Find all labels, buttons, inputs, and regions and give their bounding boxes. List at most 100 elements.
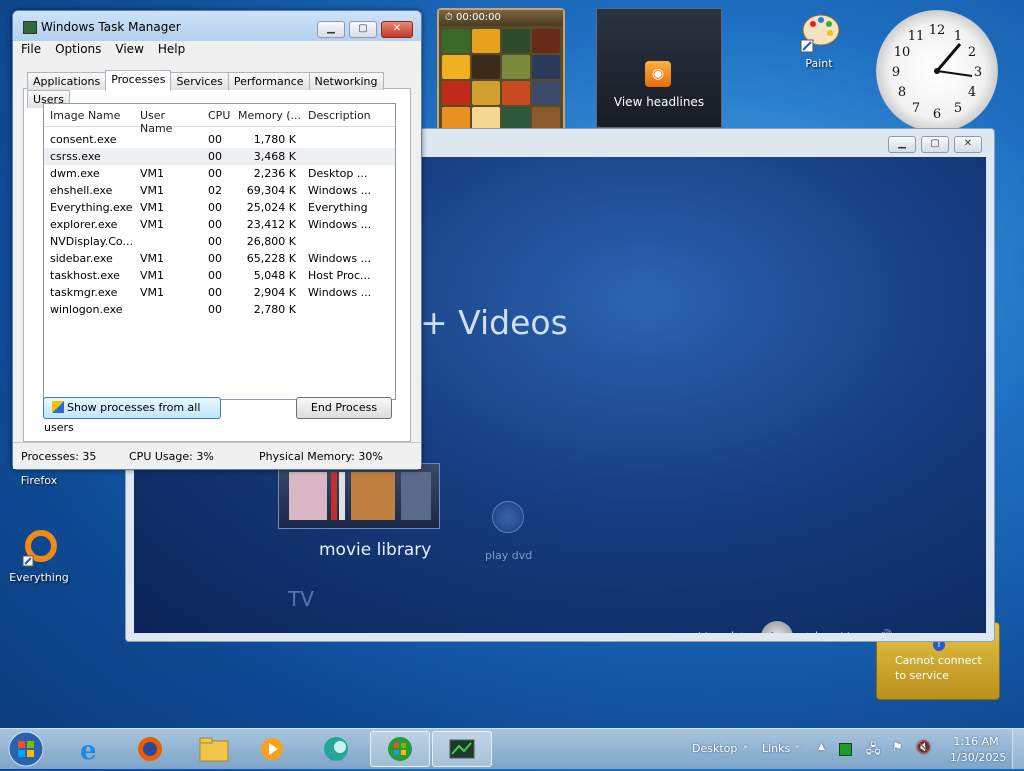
status-processes: Processes: 35	[21, 450, 97, 463]
toolbar-chevron-icon[interactable]: »	[795, 742, 800, 751]
weather-error-line1: Cannot connect	[895, 654, 982, 667]
process-row[interactable]: NVDisplay.Co... 00 26,800 K	[44, 233, 395, 250]
clock-gadget[interactable]: 12 1 2 3 4 5 6 7 8 9 10 11	[876, 10, 998, 132]
stop-button[interactable]: ■	[659, 631, 670, 633]
process-row[interactable]: csrss.exe 00 3,468 K	[44, 148, 395, 165]
task-manager-titlebar[interactable]: Windows Task Manager ▁ ▢ ✕	[13, 11, 421, 41]
process-row[interactable]: taskmgr.exe VM1 00 2,904 K Windows ...	[44, 284, 395, 301]
channel-up-button[interactable]: +	[619, 630, 629, 633]
column-description[interactable]: Description	[308, 109, 388, 122]
volume-muted-icon[interactable]: 🔇	[916, 740, 931, 754]
maximize-button[interactable]: ▢	[349, 21, 377, 38]
feed-headlines-gadget[interactable]: ◉ View headlines	[596, 8, 722, 128]
play-dvd-label[interactable]: play dvd	[485, 549, 532, 562]
tab-processes[interactable]: Processes	[105, 70, 172, 91]
movie-library-thumbnails[interactable]	[278, 463, 440, 529]
media-player-icon	[261, 738, 283, 760]
paint-palette-icon	[800, 14, 840, 53]
picture-puzzle-gadget[interactable]: ⏱ 00:00:00	[437, 8, 565, 132]
skip-forward-button[interactable]: ▶|	[807, 631, 818, 633]
taskbar-firefox[interactable]	[132, 733, 168, 765]
media-center-icon	[388, 737, 412, 761]
clock-number: 3	[974, 65, 982, 80]
rewind-button[interactable]: ◀◀	[693, 631, 707, 633]
show-hidden-icons-icon[interactable]: ▲	[818, 742, 825, 752]
process-row[interactable]: dwm.exe VM1 00 2,236 K Desktop ...	[44, 165, 395, 182]
tab-networking[interactable]: Networking	[308, 72, 384, 90]
maximize-button[interactable]: ▢	[921, 136, 949, 153]
system-clock[interactable]: 1:16 AM 1/30/2025	[950, 735, 1007, 764]
clock-number: 12	[929, 23, 946, 38]
windows-logo-icon	[8, 731, 44, 767]
channel-down-button[interactable]: −	[585, 630, 595, 633]
window-title: Windows Task Manager	[41, 20, 181, 34]
task-manager-window[interactable]: Windows Task Manager ▁ ▢ ✕ File Options Vi…	[12, 10, 422, 470]
show-all-processes-button[interactable]: Show processes from all users	[43, 397, 221, 434]
desktop-icon-everything[interactable]: Everything	[8, 528, 70, 584]
status-physical-memory: Physical Memory: 30%	[259, 450, 383, 463]
desktop-toolbar-label[interactable]: Desktop	[692, 742, 737, 755]
skip-back-button[interactable]: |◀	[731, 631, 742, 633]
taskbar-media-player[interactable]	[254, 733, 290, 765]
taskbar-messenger[interactable]	[318, 733, 354, 765]
process-row[interactable]: winlogon.exe 00 2,780 K	[44, 301, 395, 318]
desktop-icon-paint[interactable]: Paint	[790, 10, 848, 70]
column-cpu[interactable]: CPU	[208, 109, 234, 122]
minimize-button[interactable]: ▁	[317, 21, 345, 38]
toolbar-chevron-icon[interactable]: »	[743, 742, 748, 751]
tv-section-label[interactable]: TV	[288, 587, 314, 611]
close-button[interactable]: ✕	[954, 136, 982, 153]
taskbar-explorer[interactable]	[196, 733, 232, 765]
network-icon[interactable]: 🖧	[866, 740, 881, 762]
firefox-icon	[138, 737, 162, 761]
rss-icon: ◉	[645, 61, 671, 87]
column-image-name[interactable]: Image Name	[50, 109, 138, 122]
start-button[interactable]	[6, 730, 46, 768]
tab-performance[interactable]: Performance	[227, 72, 310, 90]
process-list[interactable]: Image Name User Name CPU Memory (... Des…	[43, 103, 396, 400]
clock-number: 8	[898, 85, 906, 100]
clock-time: 1:16 AM	[953, 735, 999, 748]
folder-icon	[199, 737, 229, 762]
menu-help[interactable]: Help	[150, 41, 191, 56]
puzzle-grid[interactable]	[439, 26, 563, 134]
minimize-button[interactable]: ▁	[888, 136, 916, 153]
tab-services[interactable]: Services	[170, 72, 229, 90]
weather-error-line2: to service	[895, 669, 949, 682]
clock-number: 7	[912, 101, 920, 116]
guide-button[interactable]: ☰	[547, 631, 558, 633]
clock-number: 4	[968, 85, 976, 100]
tray-app-icon[interactable]	[839, 743, 852, 756]
volume-down-button[interactable]: −	[921, 630, 931, 633]
tab-applications[interactable]: Applications	[27, 72, 107, 90]
action-center-flag-icon[interactable]: ⚑	[892, 740, 903, 754]
play-button[interactable]: ▶	[761, 621, 793, 633]
menu-options[interactable]: Options	[47, 41, 107, 56]
taskbar-internet-explorer[interactable]: e	[72, 733, 108, 766]
record-button[interactable]: ●	[513, 631, 523, 633]
desktop-icon-label: Everything	[9, 571, 69, 584]
fast-forward-button[interactable]: ▶▶	[841, 631, 855, 633]
links-toolbar-label[interactable]: Links	[762, 742, 790, 755]
process-row[interactable]: ehshell.exe VM1 02 69,304 K Windows ...	[44, 182, 395, 199]
clock-date: 1/30/2025	[950, 751, 1007, 764]
movie-library-label[interactable]: movie library	[319, 540, 431, 560]
process-row[interactable]: sidebar.exe VM1 00 65,228 K Windows ...	[44, 250, 395, 267]
volume-up-button[interactable]: +	[955, 630, 965, 633]
menu-view[interactable]: View	[107, 41, 149, 56]
process-row[interactable]: taskhost.exe VM1 00 5,048 K Host Proc...	[44, 267, 395, 284]
process-row[interactable]: consent.exe 00 1,780 K	[44, 131, 395, 148]
svg-text:e: e	[80, 736, 97, 765]
menu-file[interactable]: File	[13, 41, 47, 56]
process-row[interactable]: explorer.exe VM1 00 23,412 K Windows ...	[44, 216, 395, 233]
taskbar-task-manager[interactable]	[432, 731, 492, 767]
end-process-button[interactable]: End Process	[296, 397, 392, 419]
mute-button[interactable]: 🔊	[879, 629, 893, 633]
show-desktop-button[interactable]	[1012, 729, 1024, 769]
column-memory[interactable]: Memory (...	[238, 109, 301, 122]
process-row[interactable]: Everything.exe VM1 00 25,024 K Everything	[44, 199, 395, 216]
clock-face: 12 1 2 3 4 5 6 7 8 9 10 11	[892, 23, 982, 122]
close-button[interactable]: ✕	[381, 21, 413, 38]
taskbar-media-center[interactable]	[370, 731, 430, 767]
clock-number: 2	[968, 45, 976, 60]
